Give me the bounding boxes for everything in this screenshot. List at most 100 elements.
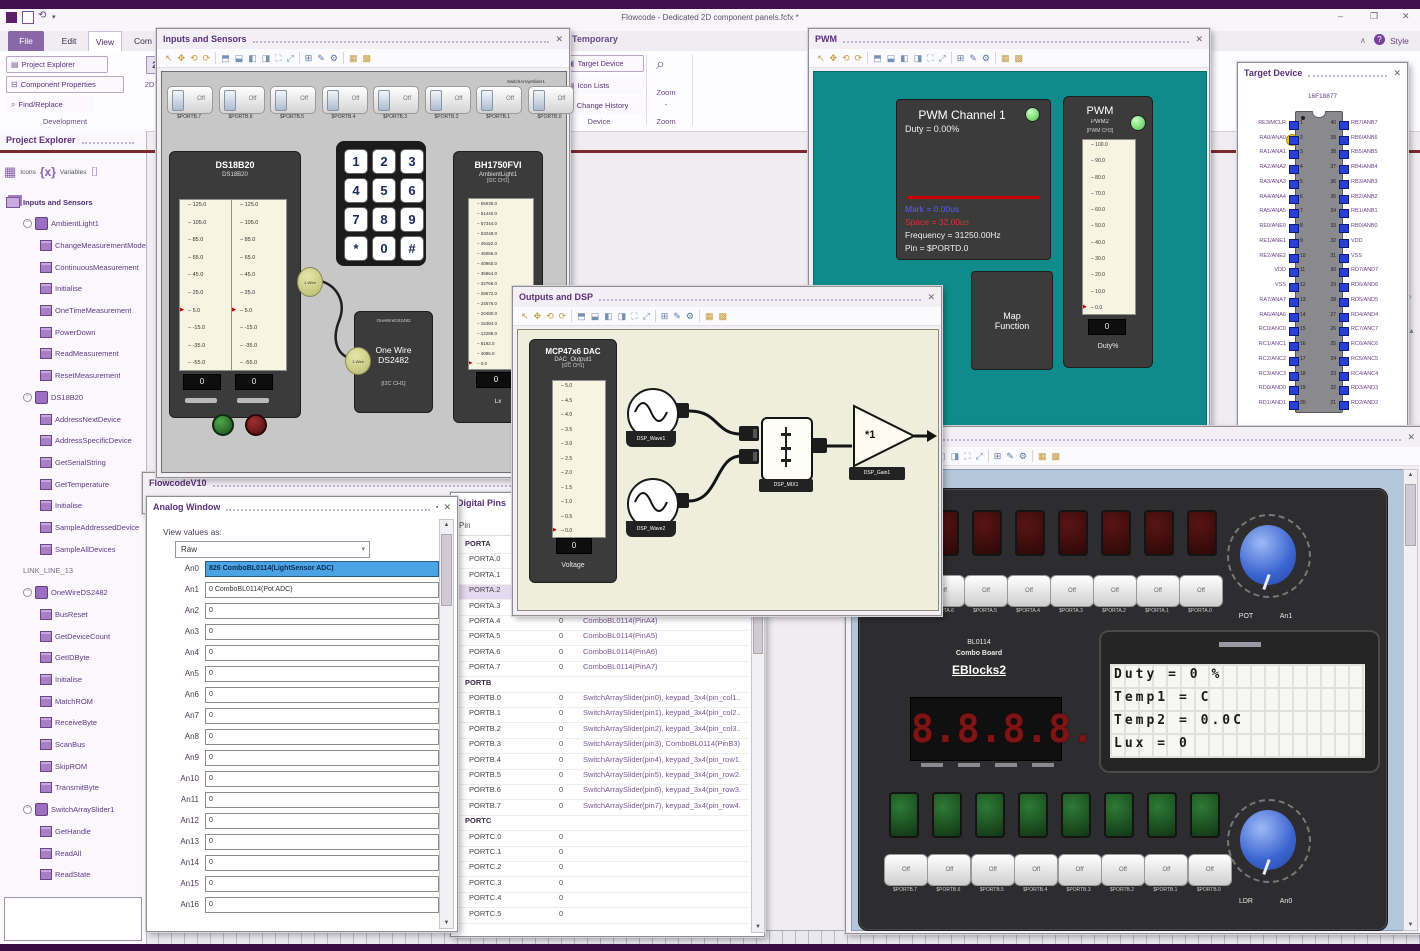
help-icon[interactable]: ?	[1374, 34, 1385, 45]
scroll-up-icon[interactable]: ▲	[1404, 472, 1417, 478]
tree-item[interactable]: SampleAddressedDevice	[40, 519, 146, 537]
layers-icon[interactable]: ▩	[1014, 53, 1023, 63]
target-device-toggle[interactable]: ▣ Target Device	[562, 55, 644, 72]
analog-value-input[interactable]: 0	[205, 855, 439, 871]
analog-value-input[interactable]: 0	[205, 897, 439, 913]
tab-file[interactable]: File	[8, 31, 44, 51]
port-button[interactable]: Off	[1057, 854, 1102, 886]
view-bottom-icon[interactable]: ⬓	[591, 311, 600, 321]
tree-item[interactable]: GetTemperature	[40, 475, 146, 493]
onewire-connector-1[interactable]: 1-Wire	[297, 267, 323, 297]
tree-item[interactable]: Initialise	[40, 670, 146, 688]
analog-value-input[interactable]: 0	[205, 666, 439, 682]
rotate-left-icon[interactable]: ⟲	[546, 311, 554, 321]
port-button[interactable]: Off	[1144, 854, 1189, 886]
select-cursor-icon[interactable]: ↖	[817, 53, 825, 63]
tree-item[interactable]: ScanBus	[40, 736, 146, 754]
edit-icon[interactable]: ✎	[1006, 451, 1014, 461]
settings-icon[interactable]: ⚙	[982, 53, 990, 63]
explorer-footer-box[interactable]	[4, 897, 142, 941]
view-right-icon[interactable]: ◨	[914, 53, 923, 63]
fit-view-icon[interactable]: ⤢	[976, 451, 983, 461]
tree-expander-icon[interactable]: −	[23, 219, 32, 229]
digital-pin-row[interactable]: PORTA.5 0 ComboBL0114(PinA5)	[453, 631, 749, 647]
icon-lists-toggle[interactable]: ▤Icon Lists	[562, 77, 644, 94]
pwm-panel-header[interactable]: PWM ✕	[809, 29, 1209, 49]
tree-item[interactable]: AddressNextDevice	[40, 410, 146, 428]
port-button[interactable]: Off	[1179, 575, 1223, 607]
find-replace-button[interactable]: ⌕ Find/Replace	[6, 96, 94, 113]
camera-view-icon[interactable]: ⛶	[964, 451, 970, 461]
close-icon[interactable]: ✕	[927, 292, 935, 303]
camera-view-icon[interactable]: ⛶	[631, 311, 637, 321]
scroll-thumb[interactable]	[1405, 484, 1416, 546]
macros-icon[interactable]: ⌷	[90, 164, 98, 180]
digital-pin-row[interactable]: PORTC.2 0	[453, 862, 749, 878]
zoom-icon[interactable]: ⌕	[656, 56, 665, 74]
tree-item[interactable]: SkipROM	[40, 757, 146, 775]
port-button[interactable]: Off	[1050, 575, 1094, 607]
tree-expander-icon[interactable]: −	[23, 588, 32, 598]
digital-pin-row[interactable]: PORTC.4 0	[453, 893, 749, 909]
edit-icon[interactable]: ✎	[673, 311, 681, 321]
port-button[interactable]: Off	[970, 854, 1015, 886]
restore-button[interactable]: ❐	[1370, 11, 1378, 22]
tree-item[interactable]: BusReset	[40, 605, 146, 623]
icons-grid-icon[interactable]: ▦	[4, 164, 16, 180]
select-cursor-icon[interactable]: ↖	[521, 311, 529, 321]
analog-value-input[interactable]: 0	[205, 771, 439, 787]
settings-icon[interactable]: ⚙	[1019, 451, 1027, 461]
port-button[interactable]: Off	[1187, 854, 1232, 886]
tree-item[interactable]: TransmitByte	[40, 779, 146, 797]
analog-value-input[interactable]: 0	[205, 729, 439, 745]
analog-vscrollbar[interactable]: ▲ ▼	[439, 519, 454, 929]
tree-item[interactable]: LINK_LINE_13	[23, 562, 146, 580]
dock-up-icon[interactable]: ▲	[1408, 328, 1415, 335]
onewire-connector-2[interactable]: 1-Wire	[345, 347, 371, 375]
scroll-down-icon[interactable]: ▼	[1404, 922, 1417, 928]
settings-icon[interactable]: ⚙	[686, 311, 694, 321]
zoom-button[interactable]: Zoom	[648, 88, 684, 97]
rotate-right-icon[interactable]: ⟳	[855, 53, 863, 63]
tree-item[interactable]: ReceiveByte	[40, 714, 146, 732]
analog-value-input[interactable]: 0	[205, 834, 439, 850]
digital-pin-row[interactable]: PORTC.1 0	[453, 847, 749, 862]
minimize-button[interactable]: –	[1338, 11, 1343, 21]
green-button-icon[interactable]	[212, 414, 234, 436]
analog-value-input[interactable]: 0	[205, 708, 439, 724]
close-icon[interactable]: ✕	[1407, 432, 1415, 443]
port-button[interactable]: Off	[964, 575, 1008, 607]
digital-pin-row[interactable]: PORTB.6 0 SwitchArraySlider(pin6), keypad_…	[453, 785, 749, 801]
analog-value-input[interactable]: 0	[205, 624, 439, 640]
digital-pin-row[interactable]: PORTB.2 0 SwitchArraySlider(pin2), keypad_…	[453, 724, 749, 739]
dsp-mix-box[interactable]	[761, 417, 813, 481]
port-button[interactable]: Off	[884, 854, 928, 886]
tree-item[interactable]: OneTimeMeasurement	[40, 302, 146, 320]
digital-pin-row[interactable]: PORTC.3 0	[453, 878, 749, 893]
map-function-button[interactable]: Map Function	[971, 271, 1053, 370]
scroll-thumb[interactable]	[441, 534, 452, 606]
digital-pin-row[interactable]: ◢PORTC	[453, 816, 749, 832]
change-history-toggle[interactable]: ↺Change History	[562, 97, 650, 114]
style-button[interactable]: Style	[1390, 36, 1409, 46]
rotate-right-icon[interactable]: ⟳	[559, 311, 567, 321]
close-icon[interactable]: ✕	[443, 502, 451, 513]
camera-view-icon[interactable]: ⛶	[927, 53, 933, 63]
analog-value-input[interactable]: 0	[205, 687, 439, 703]
tree-item[interactable]: GetIDByte	[40, 649, 146, 667]
tree-item[interactable]: − DS18B20	[23, 388, 146, 406]
view-left-icon[interactable]: ◧	[900, 53, 909, 63]
tree-item[interactable]: Initialise	[40, 497, 146, 515]
digital-pin-row[interactable]: PORTC.5 0	[453, 909, 749, 924]
analog-value-input[interactable]: 826 ComboBL0114(LightSensor ADC)	[205, 561, 439, 577]
tree-item[interactable]: MatchROM	[40, 692, 146, 710]
tree-item[interactable]: AddressSpecificDevice	[40, 432, 146, 450]
edit-icon[interactable]: ✎	[969, 53, 977, 63]
red-button-icon[interactable]	[245, 414, 267, 436]
port-button[interactable]: Off	[1101, 854, 1145, 886]
tab-com[interactable]: Com	[126, 31, 160, 51]
tree-expander-icon[interactable]: −	[23, 805, 32, 815]
fit-view-icon[interactable]: ⤢	[939, 53, 946, 63]
analog-value-input[interactable]: 0	[205, 792, 439, 808]
pin-panel-icon[interactable]: ▪	[436, 504, 438, 511]
